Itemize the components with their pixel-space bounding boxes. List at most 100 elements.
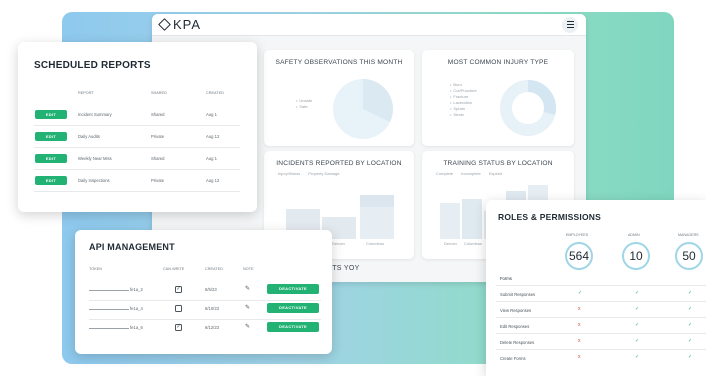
x-label: Denver bbox=[332, 241, 345, 246]
injury-legend: Burn Cut/Puncture Fracture Laceration Sp… bbox=[450, 82, 476, 118]
role-count-badge: 564 bbox=[565, 242, 593, 270]
report-created: Aug 1 bbox=[206, 112, 217, 117]
row-divider bbox=[34, 147, 240, 148]
note-edit-icon[interactable]: ✎ bbox=[245, 323, 250, 330]
logo-text: KPA bbox=[173, 17, 202, 32]
allowed-check-icon[interactable]: ✓ bbox=[635, 354, 639, 360]
kpa-logo[interactable]: KPA bbox=[158, 17, 202, 32]
token-suffix: fe1a_2 bbox=[130, 287, 143, 292]
panel-title: TRAINING STATUS BY LOCATION bbox=[443, 160, 553, 167]
row-divider bbox=[34, 125, 240, 126]
edit-button[interactable]: EDIT bbox=[35, 154, 67, 163]
masked-token bbox=[89, 328, 129, 329]
denied-x-icon[interactable]: x bbox=[578, 354, 581, 360]
panel-title: SAFETY OBSERVATIONS THIS MONTH bbox=[275, 59, 403, 66]
column-header: Token bbox=[89, 267, 103, 271]
x-label: Columbus bbox=[366, 241, 385, 246]
allowed-check-icon[interactable]: ✓ bbox=[688, 306, 692, 312]
edit-button[interactable]: EDIT bbox=[35, 110, 67, 119]
row-divider bbox=[496, 285, 706, 286]
allowed-check-icon[interactable]: ✓ bbox=[688, 354, 692, 360]
legend-item: Expired bbox=[488, 171, 503, 176]
permission-name: Edit Responses bbox=[500, 324, 530, 329]
denied-x-icon[interactable]: x bbox=[578, 322, 581, 328]
deactivate-button[interactable]: DEACTIVATE bbox=[267, 284, 319, 294]
note-edit-icon[interactable]: ✎ bbox=[245, 285, 250, 292]
role-name: EMPLOYEES bbox=[566, 233, 589, 237]
legend-item: Injury/Illness bbox=[278, 171, 301, 176]
edit-button[interactable]: EDIT bbox=[35, 176, 67, 185]
row-divider bbox=[496, 317, 706, 318]
allowed-check-icon[interactable]: ✓ bbox=[635, 306, 639, 312]
role-name: MANAGERS bbox=[678, 233, 699, 237]
legend-item: Safe bbox=[296, 104, 312, 110]
column-header: Created bbox=[205, 267, 223, 271]
legend-item: Incomplete bbox=[461, 171, 481, 176]
row-divider bbox=[34, 191, 240, 192]
can-write-checkbox[interactable] bbox=[175, 305, 182, 312]
allowed-check-icon[interactable]: ✓ bbox=[688, 290, 692, 296]
card-title: ROLES & PERMISSIONS bbox=[498, 212, 601, 222]
role-count: 564 bbox=[568, 249, 590, 263]
role-name: ADMIN bbox=[628, 233, 640, 237]
report-shared: Private bbox=[151, 134, 165, 139]
can-write-checkbox[interactable]: ✓ bbox=[175, 324, 182, 331]
allowed-check-icon[interactable]: ✓ bbox=[688, 322, 692, 328]
token-suffix: fe1a_6 bbox=[130, 325, 143, 330]
column-header: Shared bbox=[151, 91, 167, 95]
safety-observations-panel: SAFETY OBSERVATIONS THIS MONTH Unsafe Sa… bbox=[264, 50, 414, 146]
deactivate-button[interactable]: DEACTIVATE bbox=[267, 322, 319, 332]
report-name: Incident Summary bbox=[78, 112, 112, 117]
report-created: Aug 12 bbox=[206, 134, 220, 139]
edit-button[interactable]: EDIT bbox=[35, 132, 67, 141]
allowed-check-icon[interactable]: ✓ bbox=[578, 290, 582, 296]
column-header: Created bbox=[206, 91, 224, 95]
row-divider bbox=[89, 300, 321, 301]
can-write-checkbox[interactable]: ✓ bbox=[175, 286, 182, 293]
masked-token bbox=[89, 309, 129, 310]
hamburger-menu-icon[interactable] bbox=[562, 16, 578, 33]
kpa-diamond-icon bbox=[158, 18, 171, 31]
role-count: 10 bbox=[629, 249, 643, 263]
x-label: Columbus bbox=[464, 241, 483, 246]
top-bar: KPA bbox=[152, 14, 586, 36]
denied-x-icon[interactable]: x bbox=[578, 306, 581, 312]
api-management-card: API MANAGEMENT Token Can Write Created N… bbox=[75, 230, 332, 354]
note-edit-icon[interactable]: ✎ bbox=[245, 304, 250, 311]
role-count: 50 bbox=[682, 249, 696, 263]
panel-title: INCIDENTS REPORTED BY LOCATION bbox=[276, 160, 402, 167]
token-created: 6/10/23 bbox=[205, 306, 219, 311]
bar bbox=[462, 199, 482, 239]
allowed-check-icon[interactable]: ✓ bbox=[635, 338, 639, 344]
report-shared: Shared bbox=[151, 156, 165, 161]
incidents-legend: Injury/Illness Property Damage bbox=[278, 171, 340, 176]
role-count-badge: 50 bbox=[675, 242, 703, 270]
injury-type-panel: MOST COMMON INJURY TYPE Burn Cut/Punctur… bbox=[422, 50, 574, 146]
panel-title: MOST COMMON INJURY TYPE bbox=[447, 59, 549, 66]
report-name: Weekly Near Miss bbox=[78, 156, 112, 161]
row-divider bbox=[34, 169, 240, 170]
token-created: 6/12/23 bbox=[205, 325, 219, 330]
allowed-check-icon[interactable]: ✓ bbox=[688, 338, 692, 344]
row-divider bbox=[496, 349, 706, 350]
injury-donut-chart bbox=[500, 80, 556, 136]
report-created: Aug 1 bbox=[206, 156, 217, 161]
permission-name: Delete Responses bbox=[500, 340, 535, 345]
legend-item: Complete bbox=[436, 171, 454, 176]
marketing-collage: KPA SAFETY OBSERVATIONS THIS MONTH Unsaf… bbox=[0, 0, 706, 376]
role-count-badge: 10 bbox=[622, 242, 650, 270]
permission-name: Create Forms bbox=[500, 356, 526, 361]
deactivate-button[interactable]: DEACTIVATE bbox=[267, 303, 319, 313]
permission-name: Submit Responses bbox=[500, 292, 536, 297]
allowed-check-icon[interactable]: ✓ bbox=[635, 290, 639, 296]
legend-item: Property Damage bbox=[308, 171, 340, 176]
token-suffix: fe1a_4 bbox=[130, 306, 143, 311]
denied-x-icon[interactable]: x bbox=[578, 338, 581, 344]
masked-token bbox=[89, 290, 129, 291]
token-created: 6/5/23 bbox=[205, 287, 217, 292]
x-label: Denver bbox=[444, 241, 457, 246]
training-legend: Complete Incomplete Expired bbox=[436, 171, 502, 176]
report-created: Aug 12 bbox=[206, 178, 220, 183]
allowed-check-icon[interactable]: ✓ bbox=[635, 322, 639, 328]
row-divider bbox=[496, 301, 706, 302]
